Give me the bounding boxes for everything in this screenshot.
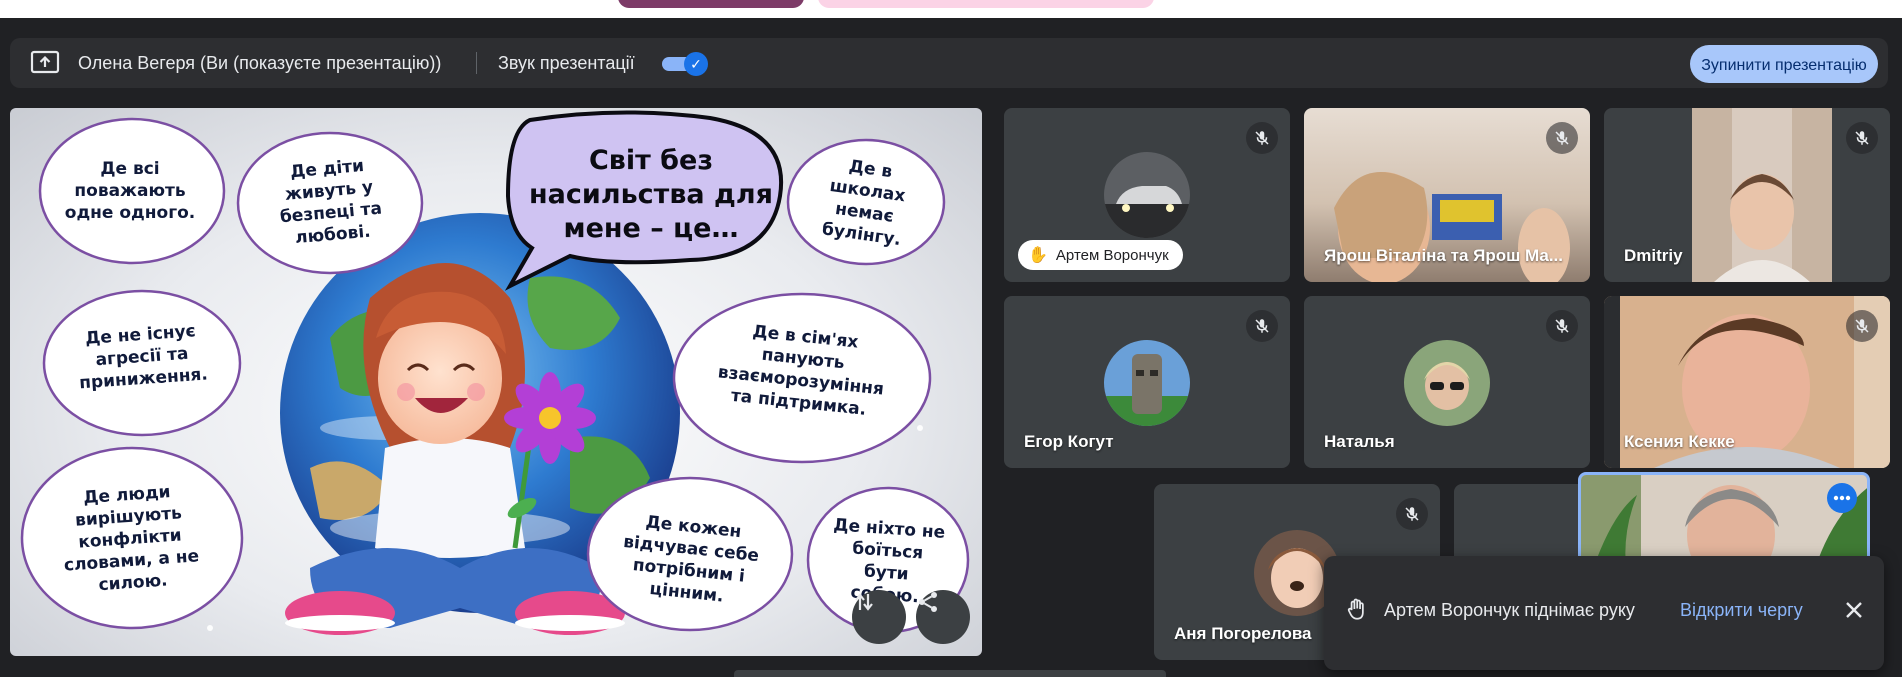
participant-tile[interactable]: ✋ Артем Ворончук	[1004, 108, 1290, 282]
raised-hand-icon: ✋	[1028, 247, 1048, 264]
participant-name: Dmitriy	[1624, 246, 1683, 265]
present-screen-icon	[30, 50, 60, 74]
presentation-slide: Світ без насильства для мене – це… Де вс…	[10, 108, 982, 656]
raised-hand-chip: ✋ Артем Ворончук	[1018, 240, 1183, 270]
participant-tile[interactable]: Ярош Віталіна та Ярош Ма...	[1304, 108, 1590, 282]
avatar	[1404, 340, 1490, 426]
share-icon	[919, 592, 937, 612]
divider	[476, 52, 477, 74]
check-icon: ✓	[684, 52, 708, 76]
top-tab-pill[interactable]	[818, 0, 1154, 8]
notification-message: Артем Ворончук піднімає руку	[1384, 600, 1635, 620]
cloud-text: Де люди вирішують конфлікти словами, а н…	[63, 482, 200, 596]
presenting-bar: Олена Вегеря (Ви (показуєте презентацію)…	[10, 38, 1888, 88]
swap-vertical-icon	[855, 593, 873, 611]
raised-hand-notification: Артем Ворончук піднімає руку Відкрити че…	[1324, 556, 1884, 670]
participant-name: Егор Когут	[1024, 432, 1114, 451]
bottom-toolbar-edge	[734, 670, 1166, 677]
participant-tile[interactable]: Dmitriy	[1604, 108, 1890, 282]
presentation-sound-toggle[interactable]: ✓	[662, 52, 710, 76]
mic-off-icon	[1246, 310, 1278, 342]
participant-name: Ксения Кекке	[1624, 432, 1735, 451]
cloud-text: Де не існує агресії та приниження.	[78, 321, 209, 394]
raised-hand-icon	[1344, 596, 1370, 627]
speech-bubble-text: Світ без насильства для мене – це…	[529, 145, 773, 244]
presenter-label: Олена Вегеря (Ви (показуєте презентацію)…	[78, 53, 442, 73]
avatar	[1104, 152, 1190, 238]
more-options-button[interactable]	[1827, 483, 1857, 513]
participant-name: Ярош Віталіна та Ярош Ма...	[1324, 246, 1564, 265]
stop-presenting-button[interactable]: Зупинити презентацію	[1690, 45, 1878, 83]
participant-tile[interactable]: Ксения Кекке	[1604, 296, 1890, 468]
cloud-text: Де всі поважають одне одного.	[64, 159, 196, 223]
open-queue-link[interactable]: Відкрити чергу	[1680, 600, 1803, 621]
participant-name: Наталья	[1324, 432, 1395, 451]
more-dots-icon	[1833, 495, 1851, 501]
cloud-text: Де діти живуть у безпеці та любові.	[279, 155, 383, 249]
top-strip	[0, 0, 1902, 18]
share-button[interactable]	[916, 590, 970, 644]
mic-off-icon	[1396, 498, 1428, 530]
participant-tile[interactable]: Егор Когут	[1004, 296, 1290, 468]
cloud-text: Де в школах немає булінгу.	[820, 156, 907, 251]
mic-off-icon	[1546, 122, 1578, 154]
close-icon[interactable]	[1840, 596, 1868, 624]
top-tab-pill[interactable]	[618, 0, 804, 8]
cloud-text: Де кожен відчуває себе потрібним і цінни…	[622, 512, 760, 607]
participant-tile[interactable]: Наталья	[1304, 296, 1590, 468]
participant-name: Аня Погорелова	[1174, 624, 1312, 643]
mic-off-icon	[1846, 122, 1878, 154]
presentation-sound-label: Звук презентації	[498, 53, 635, 73]
swap-layout-button[interactable]	[852, 590, 906, 644]
participant-name: Артем Ворончук	[1055, 246, 1169, 264]
mic-off-icon	[1546, 310, 1578, 342]
mic-off-icon	[1846, 310, 1878, 342]
mic-off-icon	[1246, 122, 1278, 154]
avatar	[1104, 340, 1190, 426]
